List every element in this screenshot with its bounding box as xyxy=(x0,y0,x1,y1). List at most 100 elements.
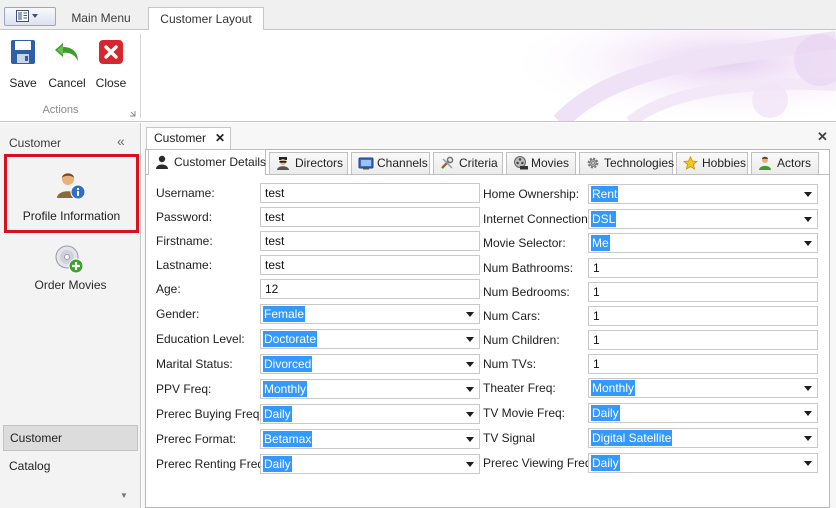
nav-item-label: Profile Information xyxy=(22,209,121,223)
tab-directors[interactable]: Directors xyxy=(269,152,348,174)
firstname-input[interactable]: test xyxy=(260,231,480,251)
dropdown-arrow-icon[interactable] xyxy=(466,337,474,342)
document-tab-label: Customer xyxy=(154,131,207,145)
dropdown-arrow-icon[interactable] xyxy=(804,386,812,391)
tab-label: Customer Details xyxy=(174,155,267,169)
username-input[interactable]: test xyxy=(260,183,480,203)
tv-signal-selected-value: Digital Satellite xyxy=(591,430,673,446)
app-menu-icon xyxy=(16,10,38,22)
nav-overflow-chevron-icon[interactable]: ▼ xyxy=(120,491,128,500)
ppv-freq-selected-value: Monthly xyxy=(263,381,308,397)
tab-actors[interactable]: Actors xyxy=(751,152,819,174)
undo-arrow-icon xyxy=(55,43,78,61)
star-icon xyxy=(683,156,698,170)
theater-freq-dropdown[interactable]: Monthly xyxy=(588,378,818,398)
prerec-renting-freq-dropdown[interactable]: Daily xyxy=(260,454,480,474)
close-label: Close xyxy=(95,76,127,90)
gender-selected-value: Female xyxy=(263,306,306,322)
tv-movie-freq-dropdown[interactable]: Daily xyxy=(588,403,818,423)
dropdown-arrow-icon[interactable] xyxy=(466,387,474,392)
prerec-buying-freq-dropdown[interactable]: Daily xyxy=(260,404,480,424)
num-bathrooms-input[interactable]: 1 xyxy=(588,258,818,278)
age-label: Age: xyxy=(156,282,181,296)
customer-tab-control: Customer Details Directors Channels Crit… xyxy=(145,149,830,508)
tv-movie-freq-selected-value: Daily xyxy=(591,405,620,421)
document-tab-customer[interactable]: Customer ✕ xyxy=(146,127,231,149)
cancel-button[interactable]: Cancel xyxy=(47,36,87,90)
dialog-launcher-icon[interactable] xyxy=(129,110,136,117)
dropdown-arrow-icon[interactable] xyxy=(804,436,812,441)
nav-collapse-button[interactable]: « xyxy=(117,133,125,149)
prerec-buying-freq-label: Prerec Buying Freq: xyxy=(156,407,263,421)
document-tab-close-icon[interactable]: ✕ xyxy=(215,128,225,148)
movie-selector-selected-value: Me xyxy=(591,235,610,251)
num-children-label: Num Children: xyxy=(483,333,560,347)
num-children-input[interactable]: 1 xyxy=(588,330,818,350)
nav-group-catalog[interactable]: Catalog xyxy=(9,459,50,473)
nav-item-label: Order Movies xyxy=(34,278,107,292)
prerec-viewing-freq-dropdown[interactable]: Daily xyxy=(588,453,818,473)
ribbon: Save Cancel Close Actions xyxy=(0,30,836,122)
dropdown-arrow-icon[interactable] xyxy=(804,241,812,246)
cd-add-icon xyxy=(55,245,84,274)
num-tvs-input[interactable]: 1 xyxy=(588,354,818,374)
gender-dropdown[interactable]: Female xyxy=(260,304,480,324)
tv-signal-dropdown[interactable]: Digital Satellite xyxy=(588,428,818,448)
ppv-freq-label: PPV Freq: xyxy=(156,382,212,396)
tab-label: Movies xyxy=(531,156,570,170)
tab-channels[interactable]: Channels xyxy=(351,152,430,174)
navigation-pane: Customer « Profile Information Order Mov… xyxy=(0,123,141,508)
director-icon xyxy=(277,157,289,170)
education-level-dropdown[interactable]: Doctorate xyxy=(260,329,480,349)
dropdown-arrow-icon[interactable] xyxy=(466,312,474,317)
tab-criteria[interactable]: Criteria xyxy=(433,152,503,174)
save-button[interactable]: Save xyxy=(3,36,43,90)
tab-technologies[interactable]: Technologies xyxy=(579,152,674,174)
dropdown-arrow-icon[interactable] xyxy=(466,437,474,442)
tab-label: Channels xyxy=(377,156,428,170)
lastname-input[interactable]: test xyxy=(260,255,480,275)
tab-movies[interactable]: Movies xyxy=(506,152,576,174)
prerec-format-label: Prerec Format: xyxy=(156,432,237,446)
tab-customer-details[interactable]: Customer Details xyxy=(148,149,266,175)
tab-main-menu[interactable]: Main Menu xyxy=(60,7,142,31)
tv-signal-label: TV Signal xyxy=(483,431,536,445)
nav-item-profile-information[interactable]: Profile Information xyxy=(4,154,139,233)
num-cars-input[interactable]: 1 xyxy=(588,306,818,326)
home-ownership-dropdown[interactable]: Rent xyxy=(588,184,818,204)
ppv-freq-dropdown[interactable]: Monthly xyxy=(260,379,480,399)
close-all-documents-icon[interactable]: ✕ xyxy=(817,129,828,145)
dropdown-arrow-icon[interactable] xyxy=(466,412,474,417)
nav-item-order-movies[interactable]: Order Movies xyxy=(4,240,137,298)
dropdown-arrow-icon[interactable] xyxy=(804,411,812,416)
theater-freq-selected-value: Monthly xyxy=(591,380,636,396)
prerec-renting-freq-selected-value: Daily xyxy=(263,456,292,472)
num-bathrooms-label: Num Bathrooms: xyxy=(483,261,574,275)
document-area: Customer ✕ ✕ Customer Details Directors xyxy=(142,123,836,508)
tab-customer-layout[interactable]: Customer Layout xyxy=(148,7,264,31)
internet-connection-dropdown[interactable]: DSL xyxy=(588,209,818,229)
prerec-format-dropdown[interactable]: Betamax xyxy=(260,429,480,449)
dropdown-arrow-icon[interactable] xyxy=(804,192,812,197)
lastname-label: Lastname: xyxy=(156,258,213,272)
tab-hobbies[interactable]: Hobbies xyxy=(676,152,748,174)
ribbon-group-caption: Actions xyxy=(42,104,79,116)
password-label: Password: xyxy=(156,210,213,224)
film-reel-icon xyxy=(514,156,528,170)
dropdown-arrow-icon[interactable] xyxy=(466,462,474,467)
nav-group-customer[interactable]: Customer xyxy=(3,425,138,451)
close-button[interactable]: Close xyxy=(91,36,131,90)
marital-status-dropdown[interactable]: Divorced xyxy=(260,354,480,374)
dropdown-arrow-icon[interactable] xyxy=(804,461,812,466)
num-bedrooms-input[interactable]: 1 xyxy=(588,282,818,302)
prerec-viewing-freq-selected-value: Daily xyxy=(591,455,620,471)
password-input[interactable]: test xyxy=(260,207,480,227)
movie-selector-dropdown[interactable]: Me xyxy=(588,233,818,253)
dropdown-arrow-icon[interactable] xyxy=(466,362,474,367)
prerec-format-selected-value: Betamax xyxy=(263,431,313,447)
age-input[interactable]: 12 xyxy=(260,279,480,299)
application-menu-button[interactable] xyxy=(4,7,56,26)
dropdown-arrow-icon[interactable] xyxy=(804,217,812,222)
gender-label: Gender: xyxy=(156,307,200,321)
num-cars-label: Num Cars: xyxy=(483,309,541,323)
